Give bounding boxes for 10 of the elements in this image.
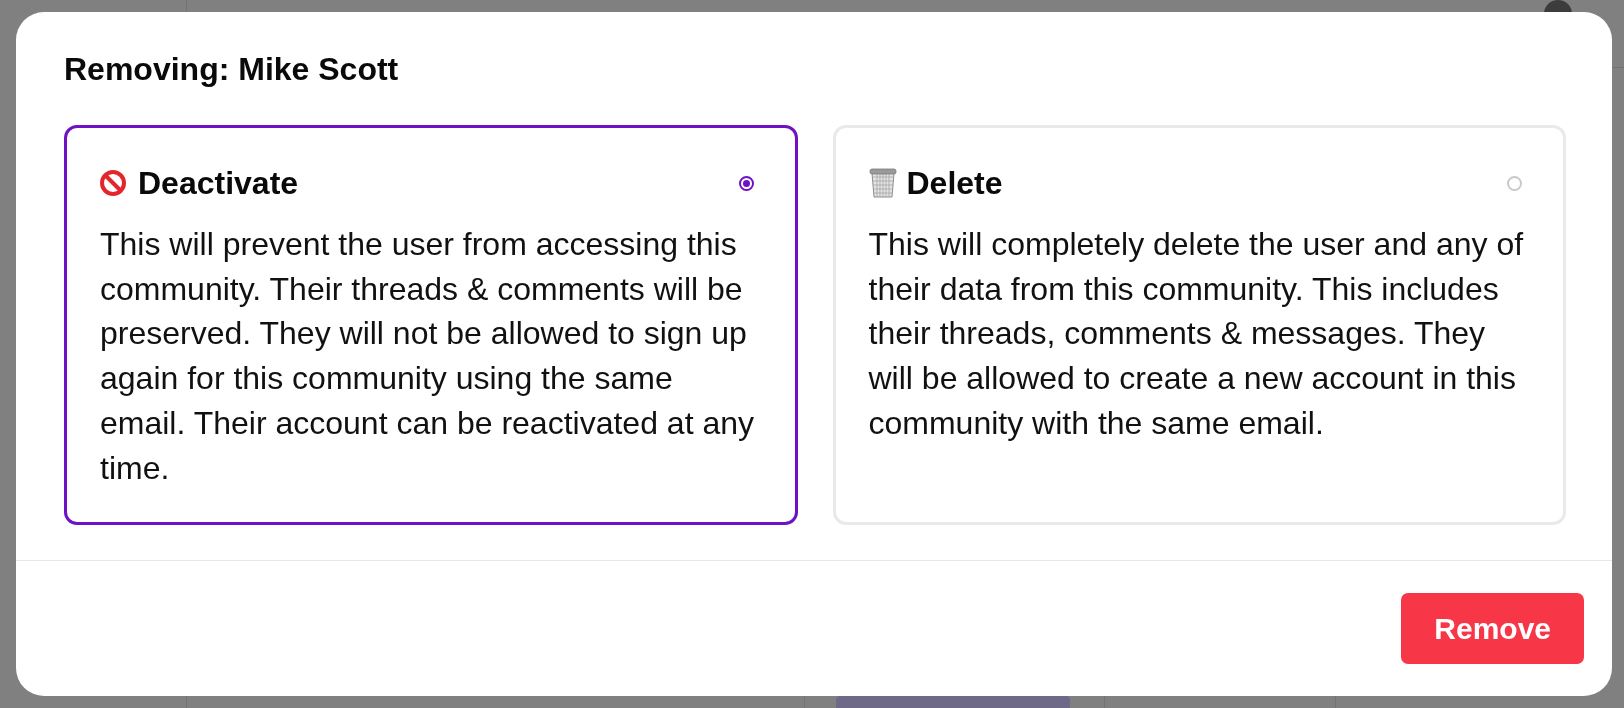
option-description: This will prevent the user from accessing this community. Their threads & comments will be preserved. They will not be allowed to sign up again for this community using the same email. Their account can be reactivated at any time.	[100, 225, 755, 488]
option-title: Deactivate	[138, 164, 299, 202]
option-description: This will completely delete the user and any of their data from this community. This includes their threads, comments & messages. They will be allowed to create a new account in this community with the same email.	[868, 225, 1525, 443]
option-card[interactable]	[64, 125, 798, 526]
radio-button[interactable]	[738, 175, 754, 191]
remove-button[interactable]: Remove	[1401, 593, 1584, 665]
trash-can-icon	[868, 168, 897, 198]
prohibited-icon	[100, 170, 126, 196]
dialog-title: Removing: Mike Scott	[64, 50, 400, 88]
option-title: Delete	[906, 164, 1003, 202]
